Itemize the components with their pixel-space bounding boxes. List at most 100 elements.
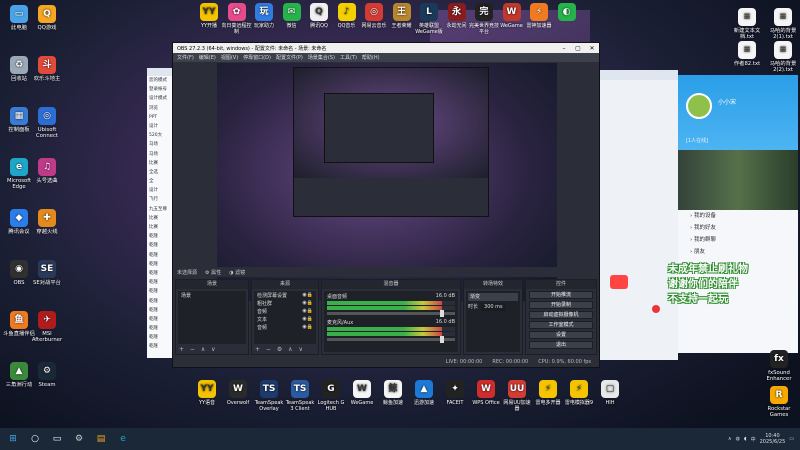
list-item[interactable]: 马场 xyxy=(147,150,175,159)
explorer-taskbar-icon[interactable]: ▤ xyxy=(92,430,110,448)
list-item[interactable]: 乾隆 xyxy=(147,251,175,260)
obs-window[interactable]: OBS 27.2.3 (64-bit, windows) - 配置文件: 未命名… xyxy=(172,42,600,368)
doudizhu-shortcut[interactable]: 斗欢乐斗地主 xyxy=(30,56,64,82)
source-list[interactable]: 检测屏幕设置 ◉ 🔒 粗社群 ◉ 🔒 音频 ◉ 🔒 文本 ◉ 🔒 音频 ◉ 🔒 xyxy=(254,291,316,344)
text-file-shortcut[interactable]: ≡ 马哈的背景2(1).txt xyxy=(766,8,800,40)
source-item[interactable]: 粗社群 ◉ 🔒 xyxy=(254,299,316,307)
control-button[interactable]: 开始录制 xyxy=(529,301,593,309)
list-item[interactable]: 乾隆 xyxy=(147,260,175,269)
wegame-shortcut[interactable]: W WeGame xyxy=(497,3,527,29)
list-item[interactable]: 比赛 xyxy=(147,159,175,168)
transition-select[interactable]: 渐变 xyxy=(468,293,518,301)
qq-shortcut[interactable]: Q 腾讯QQ xyxy=(304,3,334,29)
list-item[interactable]: 乾隆 xyxy=(147,342,175,351)
list-item[interactable]: 乾隆 xyxy=(147,333,175,342)
tray-chevron-icon[interactable]: ∧ xyxy=(728,436,732,442)
menu-item[interactable]: 编辑(E) xyxy=(199,54,216,61)
menu-item[interactable]: 工具(T) xyxy=(340,54,357,61)
ldmulti-shortcut[interactable]: ⚡ 雷电多开器 xyxy=(533,380,563,406)
steam-taskbar-icon[interactable]: ⚙ xyxy=(70,430,88,448)
qq-section[interactable]: › 我的好友 xyxy=(678,222,798,234)
list-item[interactable]: 乾隆 xyxy=(147,232,175,241)
obs-preview[interactable] xyxy=(217,63,557,301)
slider-handle[interactable] xyxy=(439,336,444,343)
source-item[interactable]: 音频 ◉ 🔒 xyxy=(254,323,316,331)
close-icon[interactable]: ✕ xyxy=(585,45,599,52)
list-item[interactable]: PPT xyxy=(147,113,175,122)
text-file-shortcut[interactable]: ≡ 新建文本文档.txt xyxy=(730,8,764,40)
wps-shortcut[interactable]: W WPS Office xyxy=(471,380,501,406)
steam-shortcut[interactable]: ⚙ Steam xyxy=(30,362,64,388)
ubisoft-shortcut[interactable]: ◎ Ubisoft Connect xyxy=(30,107,64,139)
qq-music-shortcut[interactable]: ♪ QQ音乐 xyxy=(332,3,362,29)
rockstar-shortcut[interactable]: R Rockstar Games xyxy=(762,386,796,418)
menu-item[interactable]: 场景集合(S) xyxy=(308,54,335,61)
menu-item[interactable]: 文件(F) xyxy=(177,54,194,61)
yy-voice-shortcut[interactable]: YY YY语音 xyxy=(192,380,222,406)
search-icon[interactable]: ○ xyxy=(26,430,44,448)
perfect-world-shortcut[interactable]: 完完美世界竞技平台 xyxy=(469,3,499,35)
netease-music-shortcut[interactable]: ◎ 网易云音乐 xyxy=(359,3,389,29)
list-item[interactable]: 浏览 xyxy=(147,104,175,113)
maximize-icon[interactable]: ▢ xyxy=(571,45,585,52)
logitech-shortcut[interactable]: G Logitech G HUB xyxy=(316,380,346,412)
task-view-icon[interactable]: ▭ xyxy=(48,430,66,448)
se-platform-shortcut[interactable]: SE SE对战平台 xyxy=(30,260,64,286)
volume-slider[interactable] xyxy=(327,310,455,317)
source-item[interactable]: 文本 ◉ 🔒 xyxy=(254,315,316,323)
properties-button[interactable]: ⚙ 属性 xyxy=(205,269,221,276)
list-item[interactable]: 乾隆 xyxy=(147,324,175,333)
list-item[interactable]: 乾隆 xyxy=(147,241,175,250)
leishen-shortcut[interactable]: ⚡ 雷神加速器 xyxy=(524,3,554,29)
text-file-shortcut[interactable]: ≡ 马哈的背景2(2).txt xyxy=(766,41,800,73)
list-item[interactable]: 马场 xyxy=(147,140,175,149)
control-button[interactable]: 设置 xyxy=(529,331,593,339)
file-shortcut[interactable]: ▢ HIH xyxy=(595,380,625,406)
list-item[interactable]: 九五至尊 xyxy=(147,205,175,214)
lock-icon[interactable]: 🔒 xyxy=(307,292,313,298)
list-item[interactable]: 全 xyxy=(147,177,175,186)
lock-icon[interactable]: 🔒 xyxy=(307,324,313,330)
fxsound-shortcut[interactable]: fx fxSound Enhancer xyxy=(762,350,796,382)
list-item[interactable]: 乾隆 xyxy=(147,269,175,278)
list-item[interactable]: 520大 xyxy=(147,131,175,140)
slider-handle[interactable] xyxy=(439,310,444,317)
music-shortcut[interactable]: ♫ 头号选曲 xyxy=(30,158,64,184)
source-item[interactable]: 检测屏幕设置 ◉ 🔒 xyxy=(254,291,316,299)
source-dock-buttons[interactable]: + − ⚙ ∧ ∨ xyxy=(252,346,318,354)
qq-game-shortcut[interactable]: Q QQ游戏 xyxy=(30,5,64,31)
input-language[interactable]: 中 xyxy=(751,436,756,443)
naraka-shortcut[interactable]: 永永劫无间 xyxy=(442,3,472,29)
list-item[interactable]: 设计 xyxy=(147,122,175,131)
edge-taskbar-icon[interactable]: e xyxy=(114,430,132,448)
overwolf-shortcut[interactable]: W Overwolf xyxy=(223,380,253,406)
wegame-shortcut[interactable]: W WeGame xyxy=(347,380,377,406)
start-button[interactable]: ⊞ xyxy=(4,430,22,448)
volume-icon[interactable]: ◖ xyxy=(744,436,747,442)
chat-window-middle[interactable] xyxy=(600,70,678,360)
list-item[interactable]: 乾隆 xyxy=(147,315,175,324)
menu-item[interactable]: 停靠窗口(D) xyxy=(243,54,271,61)
lol-shortcut[interactable]: L 英雄联盟WeGame版 xyxy=(414,3,444,35)
faceit-shortcut[interactable]: ✦ FACEIT xyxy=(440,380,470,406)
list-item[interactable]: 您的模式 xyxy=(147,76,175,85)
lock-icon[interactable]: 🔒 xyxy=(307,308,313,314)
menu-item[interactable]: 视图(V) xyxy=(221,54,238,61)
whale-shortcut[interactable]: 鲸鲸鱼加速 xyxy=(378,380,408,406)
xunyou-shortcut[interactable]: ▲ 迅游加速 xyxy=(409,380,439,406)
notification-center-icon[interactable]: ▭ xyxy=(789,436,794,442)
msi-afterburner-shortcut[interactable]: ✈ MSI Afterburner xyxy=(30,311,64,343)
avatar[interactable] xyxy=(686,93,712,119)
teamspeak-overlay-shortcut[interactable]: TS TeamSpeak Overlay xyxy=(254,380,284,412)
source-item[interactable]: 音频 ◉ 🔒 xyxy=(254,307,316,315)
control-button[interactable]: 开始推流 xyxy=(529,291,593,299)
network-icon[interactable]: ◍ xyxy=(736,436,740,442)
qq-section[interactable]: › 我的设备 xyxy=(678,210,798,222)
clock[interactable]: 10:40 2025/6/25 xyxy=(760,433,786,445)
sunflower-shortcut[interactable]: ✿ 向日葵远程控制 xyxy=(222,3,252,35)
filters-button[interactable]: ◑ 滤镜 xyxy=(229,269,245,276)
list-item[interactable]: 乾隆 xyxy=(147,297,175,306)
list-item[interactable]: 全选 xyxy=(147,168,175,177)
lock-icon[interactable]: 🔒 xyxy=(307,316,313,322)
minimize-icon[interactable]: – xyxy=(557,45,571,52)
